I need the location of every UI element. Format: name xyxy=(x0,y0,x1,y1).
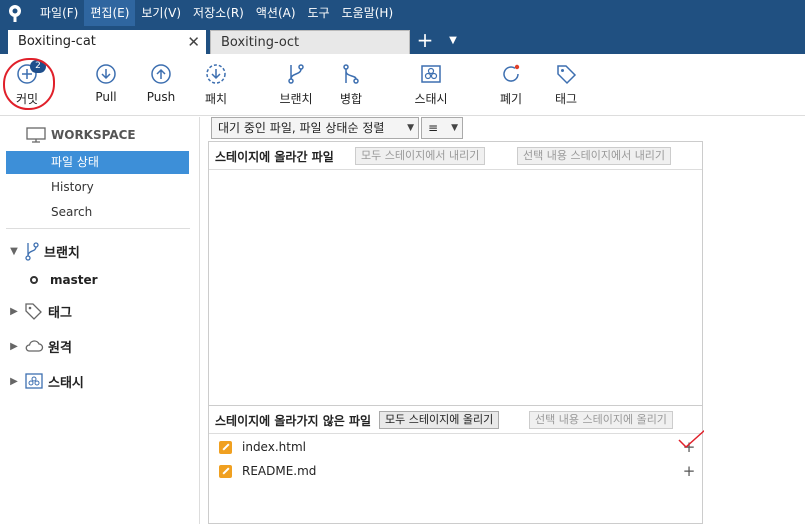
fetch-icon xyxy=(206,64,226,84)
cloud-icon xyxy=(25,340,44,352)
push-button[interactable]: Push xyxy=(134,62,188,110)
menu-view[interactable]: 보기(V) xyxy=(135,0,187,26)
branch-button[interactable]: 브랜치 xyxy=(269,62,323,110)
list-icon: ≡ xyxy=(428,121,439,135)
commit-label: 커밋 xyxy=(15,92,39,106)
chevron-right-icon[interactable]: ▶ xyxy=(6,376,22,387)
branch-label: 브랜치 xyxy=(279,92,313,106)
menu-edit[interactable]: 편집(E) xyxy=(84,0,136,26)
workspace-label: WORKSPACE xyxy=(51,128,136,142)
sidebar-divider xyxy=(6,228,190,229)
close-icon[interactable]: ✕ xyxy=(187,30,200,54)
merge-label: 병합 xyxy=(339,92,363,106)
pull-label: Pull xyxy=(95,90,117,104)
pull-icon xyxy=(96,64,116,84)
stash-button[interactable]: 스태시 xyxy=(404,62,458,110)
staged-files-header: 스테이지에 올라간 파일 모두 스테이지에서 내리기 선택 내용 스테이지에서 … xyxy=(209,142,702,170)
repo-tab-strip: Boxiting-cat ✕ Boxiting-oct + ▼ xyxy=(0,26,805,54)
sidebar-item-search[interactable]: Search xyxy=(6,201,189,224)
file-row-readme-md[interactable]: README.md xyxy=(219,461,316,481)
unstage-selected-button[interactable]: 선택 내용 스테이지에서 내리기 xyxy=(517,147,672,165)
view-mode-dropdown[interactable]: ≡ ▼ xyxy=(421,117,463,139)
menu-repository[interactable]: 저장소(R) xyxy=(187,0,250,26)
unstage-all-button[interactable]: 모두 스테이지에서 내리기 xyxy=(355,147,486,165)
chevron-down-icon[interactable]: ▼ xyxy=(444,30,462,52)
menu-tools[interactable]: 도구 xyxy=(302,0,336,26)
chevron-right-icon[interactable]: ▶ xyxy=(6,341,22,352)
sidebar-section-branches[interactable]: ▼ 브랜치 xyxy=(6,240,80,262)
toolbar: 2 커밋 Pull Push 패치 브랜치 병합 스태시 폐기 태그 xyxy=(0,54,805,116)
fetch-label: 패치 xyxy=(204,92,228,106)
unstaged-files-panel: 스테이지에 올라가지 않은 파일 모두 스테이지에 올리기 선택 내용 스테이지… xyxy=(208,405,706,524)
chevron-down-icon: ▼ xyxy=(407,123,414,133)
merge-icon xyxy=(343,64,359,84)
menu-file[interactable]: 파일(F) xyxy=(34,0,84,26)
stage-all-button[interactable]: 모두 스테이지에 올리기 xyxy=(379,411,500,429)
discard-icon xyxy=(503,64,520,82)
chevron-right-icon[interactable]: ▶ xyxy=(6,306,22,317)
stash-label: 스태시 xyxy=(414,92,448,106)
tab-label: Boxiting-cat xyxy=(18,34,96,49)
tab-boxiting-oct[interactable]: Boxiting-oct xyxy=(210,30,410,54)
discard-label: 폐기 xyxy=(499,92,523,106)
merge-button[interactable]: 병합 xyxy=(324,62,378,110)
file-status-dropdown-value: 대기 중인 파일, 파일 상태순 정렬 xyxy=(218,121,385,135)
stage-selected-button[interactable]: 선택 내용 스테이지에 올리기 xyxy=(529,411,673,429)
tab-boxiting-cat[interactable]: Boxiting-cat ✕ xyxy=(8,30,206,54)
tag-icon xyxy=(557,65,577,85)
staged-files-title: 스테이지에 올라간 파일 xyxy=(215,150,334,164)
discard-button[interactable]: 폐기 xyxy=(484,62,538,110)
branch-name: master xyxy=(50,273,98,287)
tags-label: 태그 xyxy=(48,305,72,321)
unstaged-files-header: 스테이지에 올라가지 않은 파일 모두 스테이지에 올리기 선택 내용 스테이지… xyxy=(209,406,702,434)
pull-button[interactable]: Pull xyxy=(79,62,133,110)
sidebar-section-tags[interactable]: ▶ 태그 xyxy=(6,300,72,322)
chevron-down-icon[interactable]: ▼ xyxy=(6,246,22,257)
sidebar-section-stashes[interactable]: ▶ 스태시 xyxy=(6,370,84,392)
menu-bar: 파일(F) 편집(E) 보기(V) 저장소(R) 액션(A) 도구 도움말(H) xyxy=(0,0,805,26)
right-blank-area xyxy=(704,141,805,524)
menu-help[interactable]: 도움말(H) xyxy=(336,0,400,26)
branches-label: 브랜치 xyxy=(44,245,80,261)
sidebar-section-remotes[interactable]: ▶ 원격 xyxy=(6,335,72,357)
branch-icon xyxy=(25,242,39,261)
sourcetree-logo-icon xyxy=(0,0,30,26)
workspace-header: WORKSPACE xyxy=(26,125,136,145)
sidebar-item-file-status[interactable]: 파일 상태 xyxy=(6,151,189,174)
file-row-index-html[interactable]: index.html xyxy=(219,437,306,457)
modified-file-icon xyxy=(219,464,232,478)
push-icon xyxy=(151,64,171,84)
file-status-dropdown[interactable]: 대기 중인 파일, 파일 상태순 정렬 ▼ xyxy=(211,117,419,139)
commit-button[interactable]: 2 커밋 xyxy=(0,60,54,110)
commit-count-badge: 2 xyxy=(30,60,46,73)
menu-actions[interactable]: 액션(A) xyxy=(250,0,302,26)
file-name: index.html xyxy=(242,440,306,454)
filter-bar: 대기 중인 파일, 파일 상태순 정렬 ▼ ≡ ▼ xyxy=(208,117,805,141)
annotation-checkmark-icon xyxy=(678,429,706,449)
add-tab-icon[interactable]: + xyxy=(414,28,436,52)
chevron-down-icon: ▼ xyxy=(451,123,458,133)
sidebar-item-history[interactable]: History xyxy=(6,176,189,199)
staged-files-panel: 스테이지에 올라간 파일 모두 스테이지에서 내리기 선택 내용 스테이지에서 … xyxy=(208,141,703,406)
tag-button[interactable]: 태그 xyxy=(539,62,593,110)
branch-item-master[interactable]: master xyxy=(30,271,98,289)
unstaged-files-title: 스테이지에 올라가지 않은 파일 xyxy=(215,414,372,428)
monitor-icon xyxy=(26,127,46,143)
push-label: Push xyxy=(146,90,176,104)
stashes-label: 스태시 xyxy=(48,375,84,391)
modified-file-icon xyxy=(219,440,232,454)
stash-icon xyxy=(421,65,441,83)
branch-icon xyxy=(288,64,304,84)
current-branch-icon xyxy=(30,276,38,284)
tag-label: 태그 xyxy=(554,92,578,106)
stash-icon xyxy=(25,373,43,389)
stage-file-plus-icon[interactable]: + xyxy=(682,464,696,479)
sidebar: WORKSPACE 파일 상태 History Search ▼ 브랜치 mas… xyxy=(0,117,200,524)
tab-label: Boxiting-oct xyxy=(221,35,300,50)
file-name: README.md xyxy=(242,464,317,478)
tag-icon xyxy=(25,303,42,320)
fetch-button[interactable]: 패치 xyxy=(189,62,243,110)
remotes-label: 원격 xyxy=(48,340,72,356)
